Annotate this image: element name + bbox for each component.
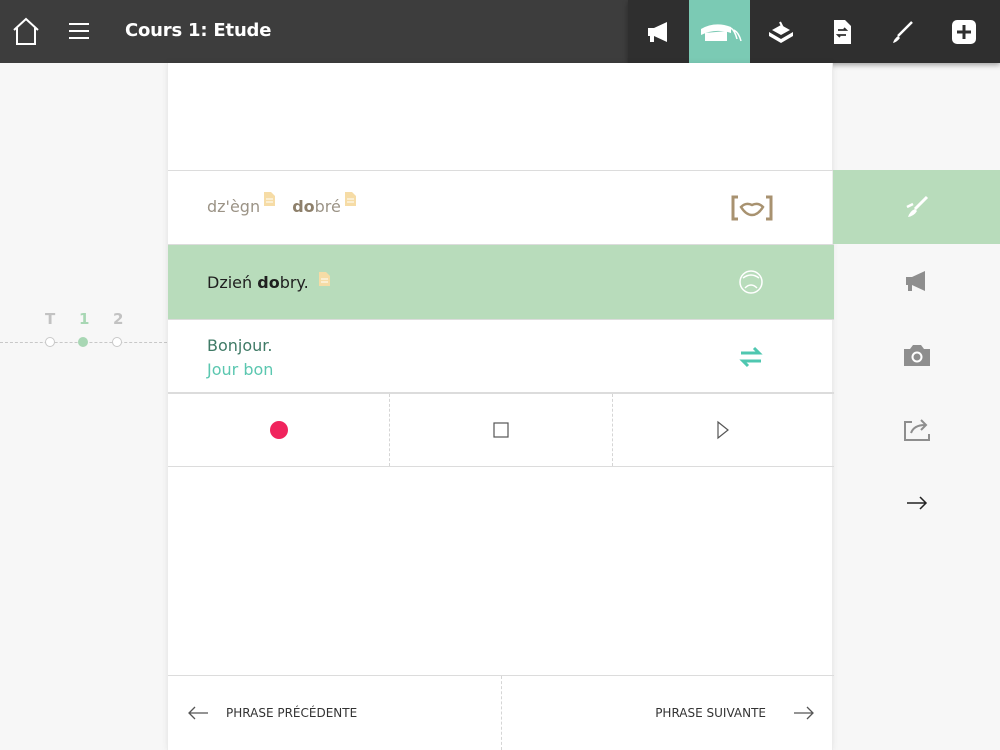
side-tools [833, 170, 1000, 540]
brush-icon [905, 195, 928, 217]
previous-phrase-label: PHRASE PRÉCÉDENTE [226, 706, 358, 720]
translation-row[interactable]: Bonjour. Jour bon [168, 319, 834, 393]
phonetic-word-2-rest: bré [314, 197, 341, 216]
speaker-tool-button[interactable] [628, 0, 689, 63]
timeline-label-t[interactable]: T [45, 310, 55, 328]
record-icon [269, 421, 288, 439]
book-stand-icon [768, 21, 793, 43]
translation-text: Bonjour. [207, 336, 273, 355]
brush-icon [892, 20, 913, 43]
camera-icon [903, 345, 930, 366]
phonetic-row[interactable]: dz'ègn dobré [168, 170, 834, 244]
toolbar [628, 0, 1000, 63]
original-word-1: Dzień [207, 273, 258, 292]
add-button[interactable] [933, 0, 994, 63]
speaker-face-icon[interactable] [738, 269, 764, 300]
timeline-dot-1[interactable] [78, 337, 88, 347]
side-brush-button[interactable] [833, 170, 1000, 244]
play-button[interactable] [613, 394, 834, 466]
previous-phrase-button[interactable]: PHRASE PRÉCÉDENTE [168, 676, 502, 750]
speaker-icon [647, 21, 667, 42]
original-text: Dzień dobry. [207, 271, 330, 292]
translate-tool-button[interactable] [811, 0, 872, 63]
arrow-left-icon [188, 706, 208, 720]
side-next-button[interactable] [833, 466, 1000, 540]
translate-doc-icon [833, 19, 851, 44]
note-icon[interactable] [344, 191, 356, 210]
read-tool-button[interactable] [750, 0, 811, 63]
footer-nav: PHRASE PRÉCÉDENTE PHRASE SUIVANTE [168, 675, 834, 750]
speaker-icon [905, 271, 925, 291]
lips-pronunciation-icon[interactable] [730, 193, 774, 228]
top-bar: Cours 1: Etude [0, 0, 1000, 63]
timeline: T 1 2 [0, 310, 167, 350]
play-icon [717, 420, 730, 440]
page-title: Cours 1: Etude [125, 20, 272, 41]
plus-icon [951, 19, 976, 44]
record-button[interactable] [168, 394, 391, 466]
phonetic-text: dz'ègn dobré [207, 192, 356, 216]
swap-arrows-icon[interactable] [738, 344, 764, 375]
home-icon[interactable] [10, 15, 42, 47]
graduation-cap-icon [700, 23, 742, 41]
share-icon [903, 419, 930, 441]
menu-icon[interactable] [66, 18, 92, 44]
side-speaker-button[interactable] [833, 244, 1000, 318]
note-icon[interactable] [318, 271, 330, 290]
timeline-dot-2[interactable] [112, 337, 122, 347]
phonetic-word-1: dz'ègn [207, 197, 261, 216]
recorder-row [168, 393, 834, 467]
note-icon[interactable] [264, 191, 276, 210]
stop-icon [493, 422, 509, 438]
timeline-dot-t[interactable] [45, 337, 55, 347]
arrow-right-icon [794, 706, 814, 720]
original-word-2-rest: bry. [279, 273, 309, 292]
brush-tool-button[interactable] [872, 0, 933, 63]
arrow-right-icon [906, 496, 927, 510]
next-phrase-label: PHRASE SUIVANTE [655, 706, 766, 720]
phonetic-word-2-bold: do [292, 197, 315, 216]
lesson-card: dz'ègn dobré Dzień dobry. Bonjour. Jour … [167, 63, 834, 750]
original-word-2-bold: do [257, 273, 280, 292]
side-camera-button[interactable] [833, 318, 1000, 392]
timeline-label-1[interactable]: 1 [79, 310, 89, 328]
study-tool-button[interactable] [689, 0, 750, 63]
stop-button[interactable] [390, 394, 613, 466]
side-share-button[interactable] [833, 392, 1000, 466]
original-row[interactable]: Dzień dobry. [168, 244, 834, 319]
next-phrase-button[interactable]: PHRASE SUIVANTE [502, 676, 835, 750]
timeline-label-2[interactable]: 2 [113, 310, 123, 328]
literal-translation-text: Jour bon [207, 360, 274, 379]
